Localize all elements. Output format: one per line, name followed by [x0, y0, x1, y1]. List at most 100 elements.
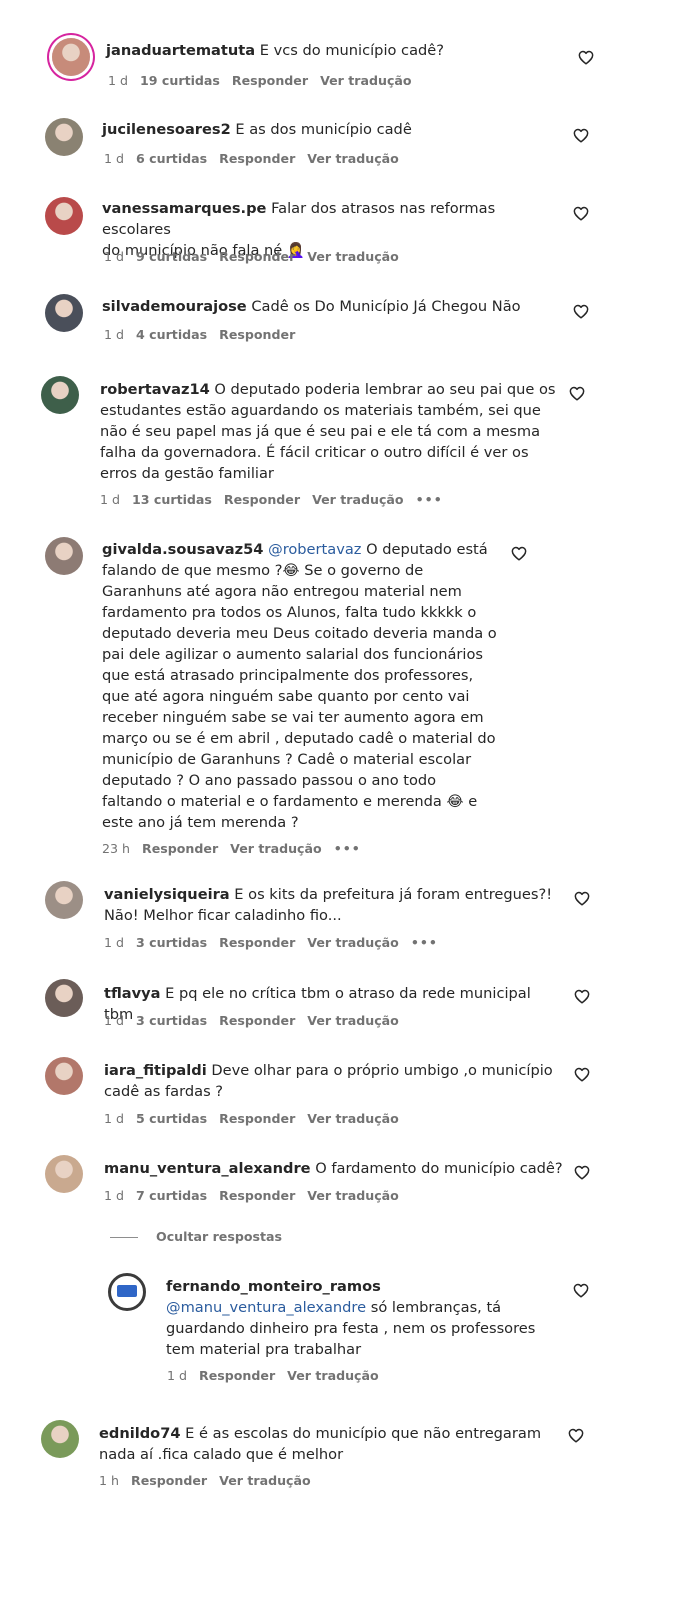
likes-count[interactable]: 19 curtidas — [140, 73, 220, 88]
translate-button[interactable]: Ver tradução — [287, 1368, 379, 1383]
timestamp: 1 h — [99, 1473, 119, 1488]
comment-body: manu_ventura_alexandre O fardamento do m… — [104, 1158, 564, 1179]
avatar[interactable] — [45, 294, 83, 332]
comment-body: vanielysiqueira E os kits da prefeitura … — [104, 884, 564, 926]
like-heart-icon[interactable] — [568, 1428, 584, 1443]
more-options-icon[interactable]: ••• — [334, 841, 361, 856]
like-heart-icon[interactable] — [573, 206, 589, 221]
comment-content: E vcs do município cadê? — [259, 42, 445, 59]
username-link[interactable]: silvademourajose — [102, 298, 247, 315]
translate-button[interactable]: Ver tradução — [307, 151, 399, 166]
comment-meta: 1 d 3 curtidas Responder Ver tradução — [104, 1013, 411, 1028]
reply-button[interactable]: Responder — [219, 1013, 295, 1028]
translate-button[interactable]: Ver tradução — [230, 841, 322, 856]
reply-button[interactable]: Responder — [224, 492, 300, 507]
username-link[interactable]: iara_fitipaldi — [104, 1062, 207, 1079]
comment-content: O fardamento do município cadê? — [315, 1160, 563, 1177]
like-heart-icon[interactable] — [578, 50, 594, 65]
like-heart-icon[interactable] — [569, 386, 585, 401]
translate-button[interactable]: Ver tradução — [320, 73, 412, 88]
comment-body: janaduartematuta E vcs do município cadê… — [106, 40, 566, 61]
comment-meta: 1 d 7 curtidas Responder Ver tradução — [104, 1188, 411, 1203]
username-link[interactable]: fernando_monteiro_ramos — [166, 1278, 381, 1295]
like-heart-icon[interactable] — [574, 989, 590, 1004]
avatar[interactable] — [45, 979, 83, 1017]
translate-button[interactable]: Ver tradução — [307, 1111, 399, 1126]
mention-link[interactable]: @manu_ventura_alexandre — [166, 1299, 366, 1316]
likes-count[interactable]: 6 curtidas — [136, 151, 207, 166]
translate-button[interactable]: Ver tradução — [312, 492, 404, 507]
reply-button[interactable]: Responder — [219, 151, 295, 166]
timestamp: 1 d — [104, 1111, 125, 1126]
reply-button[interactable]: Responder — [199, 1368, 275, 1383]
username-link[interactable]: vanielysiqueira — [104, 886, 230, 903]
username-link[interactable]: jucilenesoares2 — [102, 121, 231, 138]
username-link[interactable]: ednildo74 — [99, 1425, 181, 1442]
divider — [110, 1237, 138, 1238]
translate-button[interactable]: Ver tradução — [307, 1188, 399, 1203]
more-options-icon[interactable]: ••• — [416, 492, 443, 507]
avatar[interactable] — [45, 118, 83, 156]
timestamp: 1 d — [104, 151, 125, 166]
hide-replies-button[interactable]: Ocultar respostas — [110, 1229, 282, 1244]
translate-button[interactable]: Ver tradução — [219, 1473, 311, 1488]
reply-button[interactable]: Responder — [219, 327, 295, 342]
username-link[interactable]: givalda.sousavaz54 — [102, 541, 263, 558]
more-options-icon[interactable]: ••• — [411, 935, 438, 950]
avatar[interactable] — [45, 197, 83, 235]
mention-link[interactable]: @robertavaz — [268, 541, 361, 558]
translate-button[interactable]: Ver tradução — [307, 935, 399, 950]
comment-meta: 1 d 19 curtidas Responder Ver tradução — [108, 73, 424, 88]
avatar[interactable] — [45, 537, 83, 575]
comment-text: ednildo74 E é as escolas do município qu… — [99, 1423, 559, 1465]
avatar[interactable] — [45, 1057, 83, 1095]
comments-thread: janaduartematuta E vcs do município cadê… — [0, 0, 689, 1600]
likes-count[interactable]: 9 curtidas — [136, 249, 207, 264]
reply-button[interactable]: Responder — [219, 935, 295, 950]
timestamp: 1 d — [104, 1188, 125, 1203]
likes-count[interactable]: 7 curtidas — [136, 1188, 207, 1203]
avatar[interactable] — [41, 1420, 79, 1458]
timestamp: 1 d — [104, 327, 125, 342]
comment-text: givalda.sousavaz54 @robertavaz O deputad… — [102, 539, 562, 833]
likes-count[interactable]: 5 curtidas — [136, 1111, 207, 1126]
username-link[interactable]: robertavaz14 — [100, 381, 210, 398]
timestamp: 1 d — [108, 73, 129, 88]
like-heart-icon[interactable] — [573, 1283, 589, 1298]
avatar[interactable] — [45, 881, 83, 919]
reply-button[interactable]: Responder — [219, 1111, 295, 1126]
reply-button[interactable]: Responder — [232, 73, 308, 88]
like-heart-icon[interactable] — [574, 1165, 590, 1180]
username-link[interactable]: manu_ventura_alexandre — [104, 1160, 311, 1177]
reply-button[interactable]: Responder — [219, 249, 295, 264]
like-heart-icon[interactable] — [511, 546, 527, 561]
avatar[interactable] — [45, 1155, 83, 1193]
username-link[interactable]: vanessamarques.pe — [102, 200, 266, 217]
likes-count[interactable]: 4 curtidas — [136, 327, 207, 342]
comment-meta: 1 d 6 curtidas Responder Ver tradução — [104, 151, 411, 166]
comment-meta: 1 d 13 curtidas Responder Ver tradução ••• — [100, 492, 455, 507]
avatar[interactable] — [41, 376, 79, 414]
timestamp: 23 h — [102, 841, 131, 856]
likes-count[interactable]: 13 curtidas — [132, 492, 212, 507]
comment-content: O deputado está falando de que mesmo ?😂 … — [102, 541, 497, 831]
username-link[interactable]: janaduartematuta — [106, 42, 255, 59]
reply-button[interactable]: Responder — [219, 1188, 295, 1203]
likes-count[interactable]: 3 curtidas — [136, 935, 207, 950]
reply-button[interactable]: Responder — [131, 1473, 207, 1488]
likes-count[interactable]: 3 curtidas — [136, 1013, 207, 1028]
timestamp: 1 d — [167, 1368, 188, 1383]
like-heart-icon[interactable] — [573, 304, 589, 319]
avatar[interactable] — [52, 38, 90, 76]
like-heart-icon[interactable] — [574, 891, 590, 906]
like-heart-icon[interactable] — [573, 128, 589, 143]
reply-button[interactable]: Responder — [142, 841, 218, 856]
comment-meta: 1 d 9 curtidas Responder Ver tradução — [104, 249, 411, 264]
comment-meta: 1 d 4 curtidas Responder — [104, 327, 307, 342]
translate-button[interactable]: Ver tradução — [307, 1013, 399, 1028]
avatar[interactable] — [108, 1273, 146, 1311]
translate-button[interactable]: Ver tradução — [307, 249, 399, 264]
like-heart-icon[interactable] — [574, 1067, 590, 1082]
hide-replies-label: Ocultar respostas — [156, 1229, 282, 1244]
username-link[interactable]: tflavya — [104, 985, 161, 1002]
